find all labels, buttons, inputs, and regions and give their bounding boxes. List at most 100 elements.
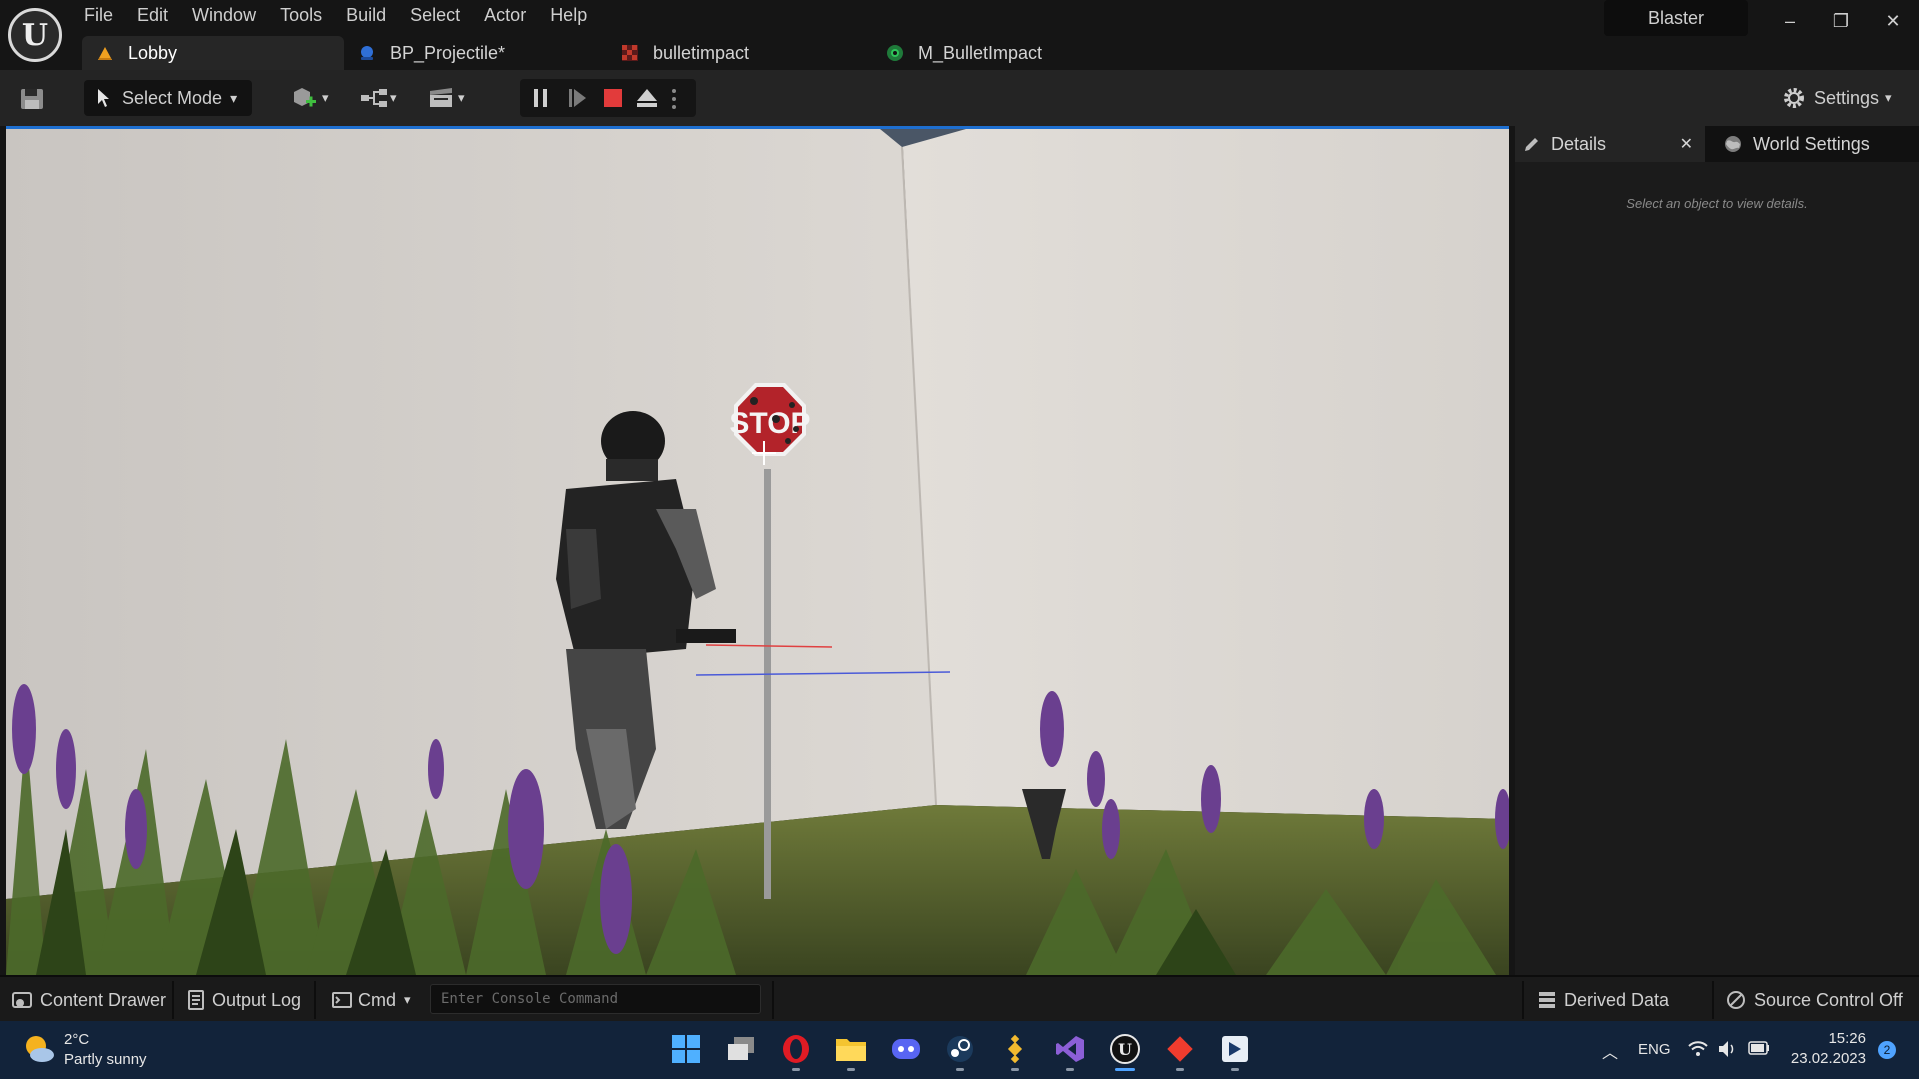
menu-help[interactable]: Help [538,4,599,26]
texture-icon [622,45,638,61]
menu-tools[interactable]: Tools [268,4,334,26]
derived-data-label: Derived Data [1564,989,1670,1010]
app-icon[interactable] [1213,1027,1257,1071]
console-command-input[interactable] [430,984,761,1014]
menu-edit[interactable]: Edit [125,4,180,26]
blueprint-icon [361,46,373,60]
visual-studio-icon[interactable] [1048,1027,1092,1071]
minimize-button[interactable]: – [1770,4,1810,38]
battery-icon[interactable] [1748,1041,1770,1055]
world-settings-tab-label: World Settings [1753,133,1870,154]
output-log-button[interactable]: Output Log [188,979,301,1021]
running-indicator [1066,1068,1074,1071]
windows-start-icon[interactable] [664,1027,708,1071]
project-name: Blaster [1604,0,1748,36]
status-bar: Content Drawer Output Log Cmd ▾ Derived … [0,975,1919,1021]
menu-file[interactable]: File [72,4,125,26]
blueprints-button[interactable]: ▾ [360,80,406,116]
tab-label: BP_Projectile* [390,42,506,63]
main-toolbar: Select Mode ▾ ▾ ▾ ▾ Settings ▾ [0,70,1919,126]
notification-badge[interactable]: 2 [1878,1041,1896,1059]
cinematics-button[interactable]: ▾ [428,80,476,116]
unreal-logo-icon[interactable]: U [8,8,62,62]
running-indicator [792,1068,800,1071]
tab-lobby[interactable]: Lobby [82,36,344,70]
panel-tabs: Details ✕ World Settings [1515,126,1919,162]
running-indicator [956,1068,964,1071]
content-drawer-icon [12,992,32,1008]
select-mode-dropdown[interactable]: Select Mode ▾ [84,80,252,116]
tab-bp-projectile[interactable]: BP_Projectile* [344,36,604,70]
discord-icon[interactable] [884,1027,928,1071]
blueprint-graph-icon [361,89,387,107]
clock-time[interactable]: 15:26 [1828,1030,1866,1047]
content-drawer-button[interactable]: Content Drawer [12,979,166,1021]
tab-m-bulletimpact[interactable]: M_BulletImpact [872,36,1142,70]
pencil-icon [1525,138,1538,151]
divider [772,981,774,1019]
details-panel: Details ✕ World Settings Select an objec… [1515,126,1919,975]
add-actor-button[interactable]: ▾ [292,80,336,116]
more-options-icon[interactable] [670,88,678,110]
eject-icon[interactable] [636,88,658,108]
close-icon[interactable]: ✕ [1680,134,1693,154]
wifi-icon[interactable] [1688,1041,1708,1057]
restore-button[interactable]: ❐ [1821,4,1861,38]
divider [314,981,316,1019]
task-view-icon[interactable] [719,1027,763,1071]
chevron-down-icon: ▾ [458,90,465,105]
tab-details[interactable]: Details ✕ [1515,126,1705,162]
tab-bulletimpact[interactable]: bulletimpact [607,36,869,70]
menu-window[interactable]: Window [180,4,268,26]
unreal-engine-icon[interactable]: U [1103,1027,1147,1071]
running-indicator [1231,1068,1239,1071]
globe-icon [1725,136,1741,152]
chevron-up-icon[interactable]: ︿ [1602,1039,1618,1063]
language-indicator[interactable]: ENG [1638,1041,1671,1058]
frame-advance-icon[interactable] [568,88,588,108]
settings-button[interactable]: Settings ▾ [1782,80,1902,116]
play-controls [520,79,696,117]
divider [1522,981,1524,1019]
chevron-down-icon: ▾ [230,89,238,106]
binance-icon[interactable] [993,1027,1037,1071]
cmd-dropdown[interactable]: Cmd ▾ [332,979,411,1021]
cursor-icon [98,89,109,107]
material-icon [887,45,903,61]
tab-label: bulletimpact [653,42,750,63]
content-drawer-label: Content Drawer [40,989,167,1010]
select-mode-label: Select Mode [122,87,223,108]
menu-actor[interactable]: Actor [472,4,538,26]
menu-build[interactable]: Build [334,4,398,26]
git-icon[interactable] [1158,1027,1202,1071]
stop-sign-text: STOP [729,407,810,440]
tab-world-settings[interactable]: World Settings [1717,126,1915,162]
opera-icon[interactable] [774,1027,818,1071]
close-button[interactable]: ✕ [1873,4,1913,38]
running-indicator [847,1068,855,1071]
partly-sunny-icon [26,1036,54,1062]
details-tab-label: Details [1551,133,1607,154]
menu-select[interactable]: Select [398,4,472,26]
running-indicator [1011,1068,1019,1071]
menu-bar: File Edit Window Tools Build Select Acto… [72,4,599,26]
terminal-icon [332,992,352,1008]
weather-widget[interactable] [22,1033,56,1068]
tab-label: M_BulletImpact [918,42,1043,63]
pause-icon[interactable] [532,88,550,108]
file-explorer-icon[interactable] [829,1027,873,1071]
derived-data-button[interactable]: Derived Data [1538,979,1669,1021]
chevron-down-icon: ▾ [404,992,411,1007]
stop-icon[interactable] [604,89,622,107]
save-icon[interactable] [20,88,44,110]
svg-text:U: U [1118,1040,1132,1059]
volume-icon[interactable] [1718,1040,1738,1058]
clock-date[interactable]: 23.02.2023 [1786,1050,1866,1067]
details-empty-hint: Select an object to view details. [1626,196,1808,211]
level-viewport[interactable]: STOP [6,126,1509,975]
steam-icon[interactable] [938,1027,982,1071]
gear-icon [1784,88,1804,108]
source-control-button[interactable]: Source Control Off [1726,979,1903,1021]
source-control-label: Source Control Off [1754,989,1903,1010]
cmd-label: Cmd [358,989,397,1010]
